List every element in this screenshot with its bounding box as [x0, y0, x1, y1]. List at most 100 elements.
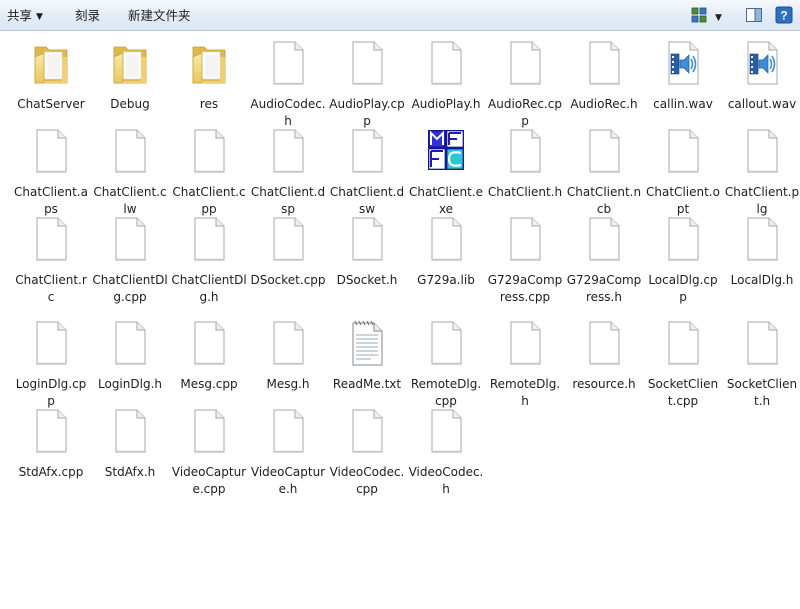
- file-icon: [426, 319, 466, 367]
- file-name-label: VideoCodec.h: [408, 465, 484, 496]
- svg-text:?: ?: [780, 9, 787, 23]
- file-icon: [189, 407, 229, 455]
- file-name-label: ChatClient.ncb: [566, 185, 642, 216]
- file-list-view[interactable]: ChatServer Debug res AudioCodec.h AudioPlay.…: [0, 31, 800, 609]
- file-icon: [584, 319, 624, 367]
- new-folder-button[interactable]: 新建文件夹: [128, 7, 191, 24]
- file-icon: [110, 407, 150, 455]
- file-icon: [268, 407, 308, 455]
- file-icon: [505, 127, 545, 175]
- file-icon: [426, 215, 466, 263]
- view-options-dropdown[interactable]: ▼: [715, 8, 722, 25]
- file-name-label: G729aCompress.h: [566, 273, 642, 304]
- file-name-label: ChatClient.aps: [14, 185, 88, 216]
- command-bar: 共享 ▼ 刻录 新建文件夹 ▼ ?: [0, 0, 800, 31]
- file-name-label: AudioRec.cpp: [488, 97, 562, 128]
- file-icon: [426, 39, 466, 87]
- file-icon: [110, 127, 150, 175]
- file-name-label: ChatClient.h: [487, 185, 563, 199]
- chevron-down-icon: ▼: [36, 12, 43, 22]
- share-label: 共享: [7, 8, 33, 23]
- file-name-label: VideoCapture.cpp: [171, 465, 247, 496]
- file-name-label: resource.h: [572, 377, 636, 391]
- file-name-label: AudioRec.h: [570, 97, 638, 111]
- help-button[interactable]: ?: [775, 6, 793, 27]
- file-name-label: VideoCodec.cpp: [329, 465, 405, 496]
- file-name-label: Debug: [110, 97, 150, 111]
- file-icon: [584, 127, 624, 175]
- file-name-label: ChatClientDlg.cpp: [92, 273, 168, 304]
- help-icon: ?: [775, 6, 793, 24]
- file-icon: [584, 39, 624, 87]
- file-icon: [505, 39, 545, 87]
- file-icon: [268, 39, 308, 87]
- text-file-icon: [347, 319, 387, 367]
- file-icon: [110, 215, 150, 263]
- file-icon: [189, 215, 229, 263]
- file-name-label: SocketClient.h: [726, 377, 798, 408]
- file-name-label: RemoteDlg.h: [489, 377, 561, 408]
- file-icon: [663, 215, 703, 263]
- file-name-label: res: [199, 97, 219, 111]
- file-name-label: SocketClient.cpp: [647, 377, 719, 408]
- file-icon: [110, 319, 150, 367]
- file-icon: [31, 215, 71, 263]
- audio-file-icon: [742, 39, 782, 87]
- file-icon: [268, 319, 308, 367]
- file-name-label: Mesg.cpp: [180, 377, 238, 391]
- file-icon: [31, 407, 71, 455]
- file-icon: [742, 215, 782, 263]
- file-name-label: callout.wav: [727, 97, 797, 111]
- file-icon: [268, 127, 308, 175]
- file-icon: [663, 319, 703, 367]
- change-view-button[interactable]: [690, 6, 708, 27]
- file-icon: [663, 127, 703, 175]
- file-icon: [189, 127, 229, 175]
- file-name-label: Mesg.h: [266, 377, 310, 391]
- file-name-label: DSocket.cpp: [250, 273, 326, 287]
- file-name-label: ChatClient.clw: [93, 185, 167, 216]
- file-icon: [347, 39, 387, 87]
- view-grid-icon: [691, 7, 707, 23]
- file-name-label: ChatServer: [17, 97, 85, 111]
- preview-pane-icon: [746, 8, 762, 22]
- file-name-label: LocalDlg.h: [730, 273, 794, 287]
- burn-button[interactable]: 刻录: [75, 7, 100, 24]
- file-name-label: ChatClient.opt: [646, 185, 720, 216]
- file-name-label: ChatClient.rc: [15, 273, 87, 304]
- file-name-label: ChatClient.plg: [724, 185, 800, 216]
- file-name-label: G729aCompress.cpp: [487, 273, 563, 304]
- file-name-label: LoginDlg.cpp: [15, 377, 87, 408]
- file-icon: [584, 215, 624, 263]
- file-name-label: LoginDlg.h: [98, 377, 162, 391]
- file-name-label: ReadMe.txt: [332, 377, 402, 391]
- folder-icon: [31, 39, 71, 87]
- file-name-label: AudioPlay.cpp: [329, 97, 405, 128]
- file-icon: [31, 319, 71, 367]
- file-icon: [268, 215, 308, 263]
- file-name-label: StdAfx.h: [104, 465, 156, 479]
- preview-pane-button[interactable]: [745, 6, 763, 27]
- file-icon: [505, 319, 545, 367]
- mfc-exe-icon: [426, 127, 466, 175]
- file-name-label: G729a.lib: [417, 273, 475, 287]
- file-icon: [347, 407, 387, 455]
- share-button[interactable]: 共享 ▼: [7, 7, 43, 24]
- file-icon: [742, 319, 782, 367]
- folder-icon: [189, 39, 229, 87]
- file-name-label: RemoteDlg.cpp: [410, 377, 482, 408]
- file-name-label: AudioCodec.h: [250, 97, 326, 128]
- burn-label: 刻录: [75, 8, 101, 23]
- file-name-label: ChatClient.cpp: [172, 185, 246, 216]
- file-name-label: ChatClient.exe: [409, 185, 483, 216]
- file-name-label: ChatClient.dsp: [250, 185, 326, 216]
- file-icon: [742, 127, 782, 175]
- file-name-label: StdAfx.cpp: [18, 465, 84, 479]
- file-name-label: LocalDlg.cpp: [648, 273, 718, 304]
- new-folder-label: 新建文件夹: [128, 8, 191, 23]
- file-name-label: DSocket.h: [336, 273, 398, 287]
- file-icon: [347, 127, 387, 175]
- file-name-label: ChatClient.dsw: [329, 185, 405, 216]
- file-name-label: VideoCapture.h: [250, 465, 326, 496]
- chevron-down-icon: ▼: [715, 13, 722, 23]
